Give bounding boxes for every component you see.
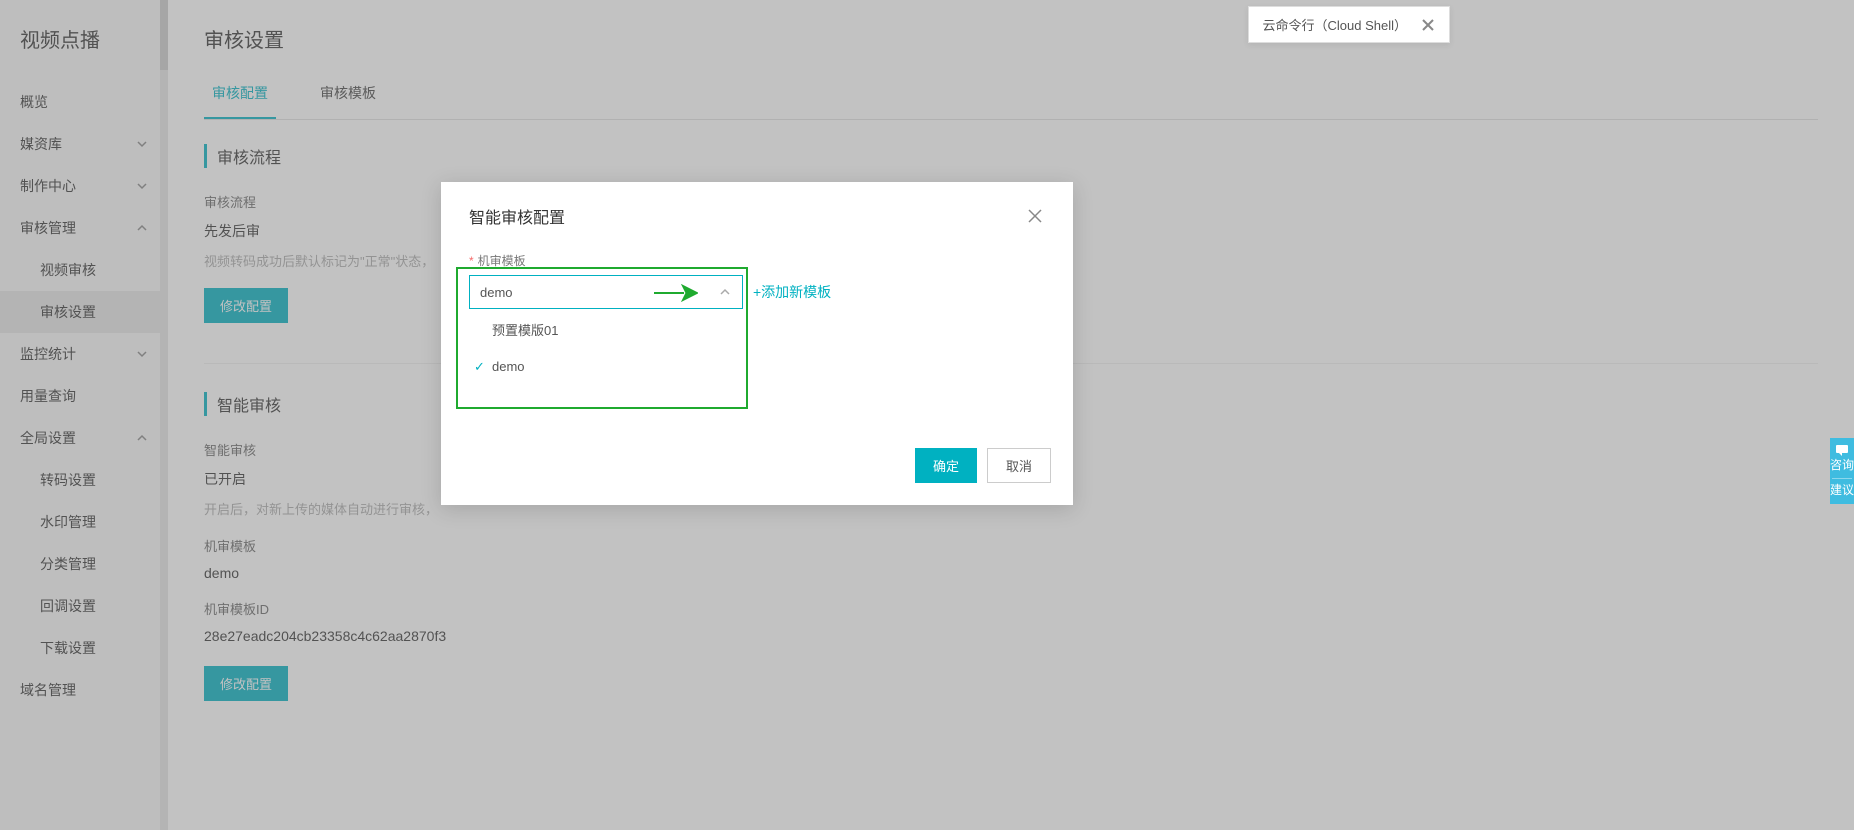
dock-suggest: 建议 bbox=[1830, 483, 1854, 497]
cloud-shell-text: 云命令行（Cloud Shell） bbox=[1263, 15, 1408, 34]
close-icon[interactable] bbox=[1025, 206, 1045, 226]
dropdown-option[interactable]: 预置模版01 bbox=[470, 310, 744, 349]
cancel-button[interactable]: 取消 bbox=[987, 448, 1051, 483]
select-dropdown: 预置模版01 ✓ demo bbox=[470, 310, 744, 384]
select-value: demo bbox=[480, 285, 513, 300]
chat-icon bbox=[1835, 444, 1849, 456]
feedback-dock[interactable]: 咨询 建议 bbox=[1830, 438, 1854, 504]
check-icon: ✓ bbox=[474, 359, 485, 375]
dropdown-option-selected[interactable]: ✓ demo bbox=[470, 349, 744, 384]
dock-consult: 咨询 bbox=[1830, 458, 1854, 472]
close-icon[interactable] bbox=[1421, 18, 1435, 32]
modal-title: 智能审核配置 bbox=[469, 204, 565, 228]
add-template-link[interactable]: +添加新模板 bbox=[753, 282, 831, 302]
cloud-shell-tooltip: 云命令行（Cloud Shell） bbox=[1248, 6, 1451, 43]
chevron-up-icon bbox=[718, 285, 732, 302]
modal-body: *机审模板 demo 预置模版01 ✓ demo +添加新模板 bbox=[441, 236, 1073, 436]
template-select[interactable]: demo 预置模版01 ✓ demo bbox=[469, 275, 743, 309]
field-label: *机审模板 bbox=[469, 252, 1045, 269]
modal-header: 智能审核配置 bbox=[441, 182, 1073, 236]
divider bbox=[1832, 478, 1852, 479]
modal-footer: 确定 取消 bbox=[441, 436, 1073, 505]
smart-audit-config-modal: 智能审核配置 *机审模板 demo 预置模版01 ✓ demo +添加新模板 确… bbox=[441, 182, 1073, 505]
ok-button[interactable]: 确定 bbox=[915, 448, 977, 483]
